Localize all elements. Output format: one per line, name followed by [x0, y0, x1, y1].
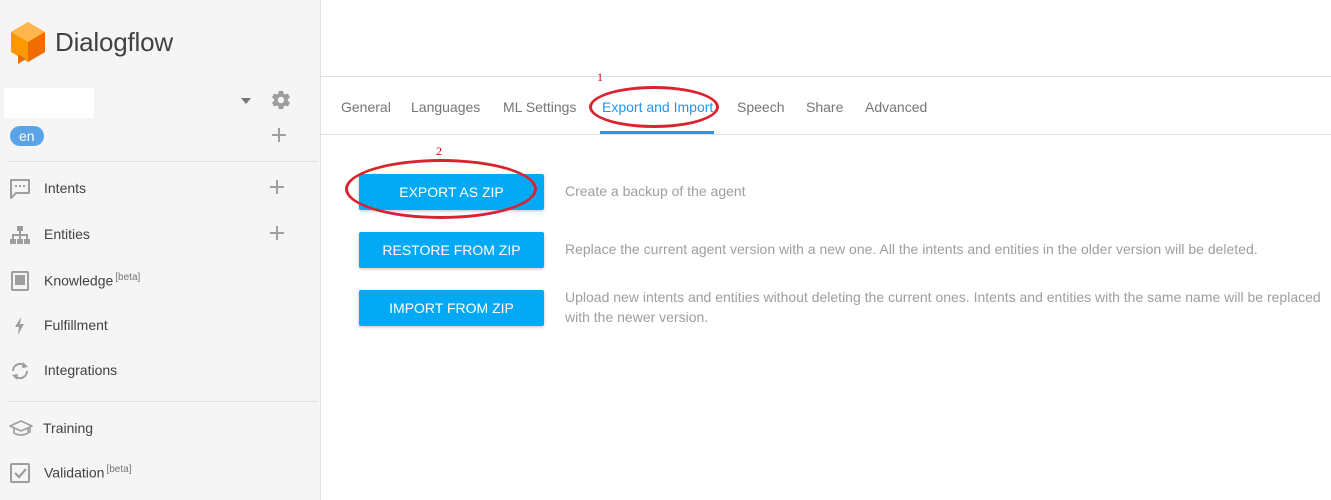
tab-ml-settings[interactable]: ML Settings	[503, 99, 576, 115]
tab-export-and-import[interactable]: Export and Import	[602, 99, 713, 115]
sidebar-item-intents[interactable]: Intents	[0, 174, 320, 204]
sidebar-item-entities[interactable]: Entities	[0, 220, 320, 250]
hierarchy-icon	[9, 224, 31, 246]
language-pill[interactable]: en	[10, 126, 44, 146]
sidebar-item-integrations[interactable]: Integrations	[0, 356, 320, 386]
add-entity-plus-icon[interactable]	[270, 226, 284, 240]
export-as-zip-button[interactable]: EXPORT AS ZIP	[359, 174, 544, 210]
sidebar-divider	[8, 401, 318, 402]
book-icon	[9, 270, 31, 292]
tab-share[interactable]: Share	[806, 99, 843, 115]
import-from-zip-button[interactable]: IMPORT FROM ZIP	[359, 290, 544, 326]
dialogflow-logo[interactable]: Dialogflow	[9, 20, 173, 64]
sidebar-item-label: Validation [beta]	[44, 464, 132, 481]
sidebar-item-validation[interactable]: Validation [beta]	[0, 458, 320, 488]
beta-badge: [beta]	[106, 464, 132, 475]
import-description: Upload new intents and entities without …	[565, 289, 1321, 325]
sidebar-item-knowledge[interactable]: Knowledge [beta]	[0, 266, 320, 296]
beta-badge: [beta]	[115, 272, 141, 283]
agent-name-field[interactable]	[4, 88, 94, 118]
add-language-plus-icon[interactable]	[272, 128, 286, 142]
checkbox-icon	[9, 462, 31, 484]
sidebar-divider	[8, 161, 318, 162]
sidebar-item-label: Training	[43, 420, 94, 436]
chat-icon	[9, 178, 31, 200]
annotation-number-1: 1	[597, 70, 603, 84]
sidebar-item-training[interactable]: Training	[0, 414, 320, 444]
sidebar-item-label: Integrations	[44, 362, 118, 378]
restore-description: Replace the current agent version with a…	[565, 241, 1258, 257]
tab-general[interactable]: General	[341, 99, 391, 115]
sidebar-item-fulfillment[interactable]: Fulfillment	[0, 311, 320, 341]
bolt-icon	[9, 315, 31, 337]
header-bar	[321, 0, 1331, 77]
graduation-cap-icon	[9, 418, 33, 440]
sidebar-item-label: Fulfillment	[44, 317, 108, 333]
settings-tabs: General Languages ML Settings Export and…	[321, 78, 1331, 135]
main-content: General Languages ML Settings Export and…	[321, 0, 1331, 500]
tab-advanced[interactable]: Advanced	[865, 99, 927, 115]
active-tab-indicator	[600, 131, 714, 134]
dialogflow-logo-icon	[9, 20, 47, 64]
tab-languages[interactable]: Languages	[411, 99, 480, 115]
sidebar-item-label: Intents	[44, 180, 87, 196]
add-intent-plus-icon[interactable]	[270, 180, 284, 194]
app-name: Dialogflow	[55, 26, 173, 57]
export-description: Create a backup of the agent	[565, 183, 746, 199]
tab-speech[interactable]: Speech	[737, 99, 784, 115]
sync-icon	[9, 360, 31, 382]
sidebar-item-label: Knowledge [beta]	[44, 272, 141, 289]
sidebar: Dialogflow en Intents Entities Knowledge…	[0, 0, 321, 500]
agent-selector[interactable]	[4, 88, 304, 118]
gear-icon[interactable]	[270, 89, 292, 111]
annotation-number-2: 2	[436, 144, 442, 158]
sidebar-item-label: Entities	[44, 226, 90, 242]
language-row: en	[10, 126, 306, 148]
restore-from-zip-button[interactable]: RESTORE FROM ZIP	[359, 232, 544, 268]
chevron-down-icon[interactable]	[240, 97, 252, 105]
